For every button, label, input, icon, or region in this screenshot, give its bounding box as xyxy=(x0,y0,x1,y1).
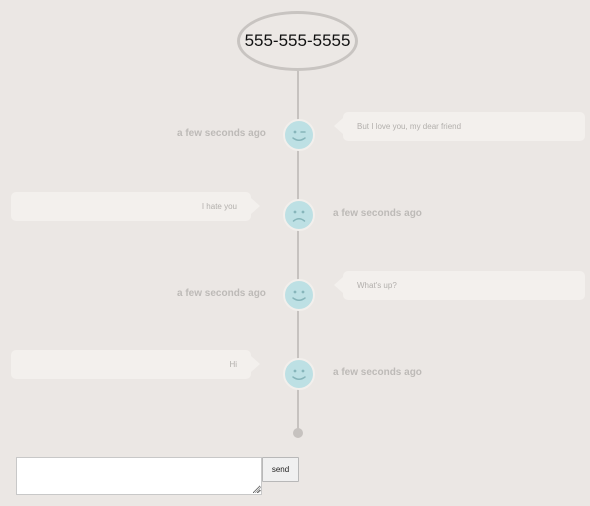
happy-face-icon xyxy=(283,279,315,311)
message-timestamp: a few seconds ago xyxy=(177,288,266,299)
message-text: I hate you xyxy=(201,202,237,211)
wink-face-icon xyxy=(283,119,315,151)
contact-header: 555-555-5555 xyxy=(237,11,358,71)
message-bubble: Hi xyxy=(11,350,260,379)
message-input[interactable] xyxy=(16,457,262,495)
sad-face-icon xyxy=(283,199,315,231)
send-button[interactable]: send xyxy=(262,457,299,482)
phone-number: 555-555-5555 xyxy=(244,31,351,50)
message-text: Hi xyxy=(229,360,237,369)
message-timestamp: a few seconds ago xyxy=(333,367,422,378)
message-bubble: What's up? xyxy=(334,271,585,300)
message-bubble: But I love you, my dear friend xyxy=(334,112,585,141)
message-bubble: I hate you xyxy=(11,192,260,221)
message-timestamp: a few seconds ago xyxy=(177,128,266,139)
happy-face-icon xyxy=(283,358,315,390)
message-text: But I love you, my dear friend xyxy=(357,122,462,131)
message-text: What's up? xyxy=(357,281,397,290)
timeline-end-dot xyxy=(293,428,303,438)
message-timestamp: a few seconds ago xyxy=(333,208,422,219)
